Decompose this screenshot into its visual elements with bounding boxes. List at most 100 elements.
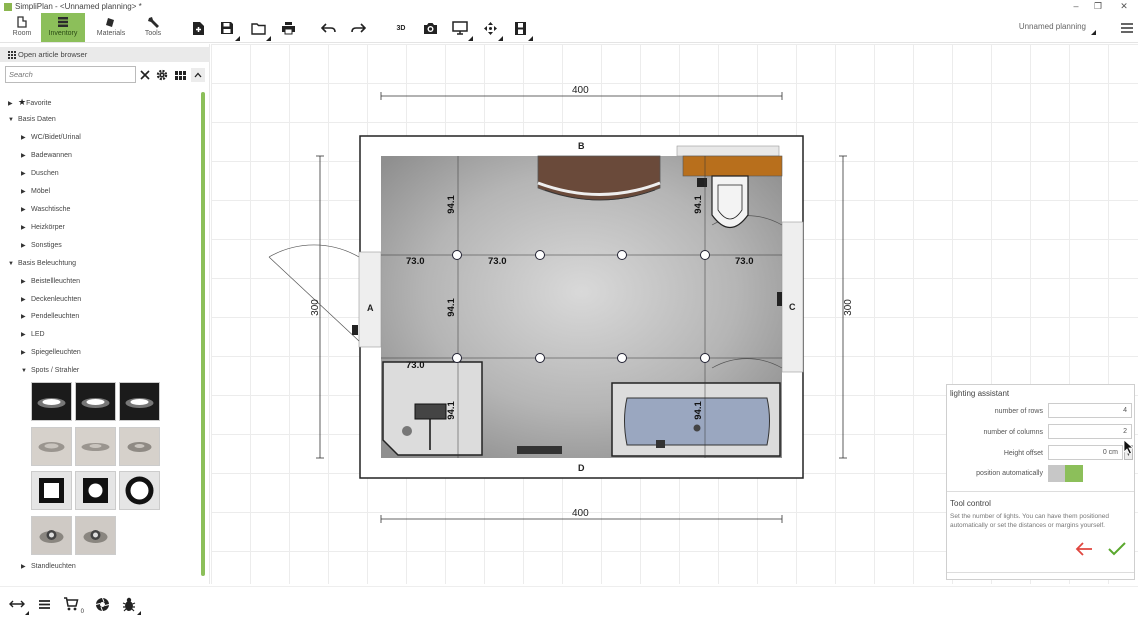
toilet[interactable] xyxy=(711,175,749,229)
tree-item-wc[interactable]: ▶ WC/Bidet/Urinal xyxy=(21,131,81,145)
tree-item-beistellleuchten[interactable]: ▶ Beistellleuchten xyxy=(21,275,80,289)
tree-item-led[interactable]: ▶ LED xyxy=(21,328,45,342)
product-thumbnail[interactable] xyxy=(119,471,160,510)
tree-item-basis-daten[interactable]: ▼ Basis Daten xyxy=(8,113,56,127)
spacing-label: 73.0 xyxy=(735,256,754,267)
tree-scrollbar[interactable] xyxy=(201,92,205,576)
new-file-button[interactable] xyxy=(188,18,208,38)
product-thumbnail[interactable] xyxy=(31,382,72,421)
plan-name-label[interactable]: Unnamed planning xyxy=(1019,22,1086,31)
position-auto-label: position automatically xyxy=(976,470,1043,477)
tree-item-label: Favorite xyxy=(26,100,52,107)
product-thumbnail[interactable] xyxy=(119,382,160,421)
clear-search-button[interactable] xyxy=(138,68,152,82)
tree-item-pendelleuchten[interactable]: ▶ Pendelleuchten xyxy=(21,310,79,324)
mode-materials-button[interactable]: Materials xyxy=(89,13,133,42)
open-article-browser-button[interactable]: Open article browser xyxy=(0,47,210,62)
save-menu-indicator xyxy=(235,36,240,41)
tree-item-moebel[interactable]: ▶ Möbel xyxy=(21,185,50,199)
light-point[interactable] xyxy=(700,353,710,363)
tree-item-heizkoerper[interactable]: ▶ Heizkörper xyxy=(21,221,65,235)
wall-label-c: C xyxy=(789,302,796,312)
tree-item-spots[interactable]: ▼ Spots / Strahler xyxy=(21,364,79,378)
grid-icon xyxy=(8,51,16,59)
tree-item-deckenleuchten[interactable]: ▶ Deckenleuchten xyxy=(21,293,81,307)
plan-name-menu-button[interactable] xyxy=(1088,27,1096,35)
light-point[interactable] xyxy=(452,250,462,260)
radiator[interactable] xyxy=(517,446,562,454)
mode-tools-button[interactable]: Tools xyxy=(131,13,175,42)
tree-item-label: Möbel xyxy=(31,188,51,195)
back-button[interactable] xyxy=(1075,541,1095,559)
redo-button[interactable] xyxy=(348,18,368,38)
product-thumbnail[interactable] xyxy=(31,471,72,510)
tree-item-label: Duschen xyxy=(31,170,59,177)
main-menu-button[interactable] xyxy=(1117,18,1137,38)
view-3d-button[interactable]: 3D xyxy=(391,18,411,38)
door-c[interactable] xyxy=(781,221,804,373)
maximize-button[interactable]: ❐ xyxy=(1091,0,1105,13)
print-button[interactable] xyxy=(278,18,298,38)
product-thumbnail[interactable] xyxy=(75,427,116,466)
mode-room-button[interactable]: Room xyxy=(0,13,44,42)
undo-button[interactable] xyxy=(319,18,339,38)
light-point[interactable] xyxy=(617,353,627,363)
close-window-button[interactable]: ✕ xyxy=(1117,0,1131,13)
settings-button[interactable] xyxy=(155,68,169,82)
minimize-button[interactable]: – xyxy=(1069,0,1083,13)
columns-input[interactable]: 2 xyxy=(1048,424,1132,439)
light-point[interactable] xyxy=(535,250,545,260)
confirm-button[interactable] xyxy=(1107,541,1129,559)
mode-tools-label: Tools xyxy=(144,30,162,37)
product-thumbnail[interactable] xyxy=(119,427,160,466)
move-view-button[interactable] xyxy=(480,18,503,41)
tree-item-duschen[interactable]: ▶ Duschen xyxy=(21,167,59,181)
tree-item-favorite[interactable]: ▶ ★Favorite xyxy=(8,95,51,109)
tree-item-standleuchten[interactable]: ▶ Standleuchten xyxy=(21,560,76,574)
plan-name-menu-indicator xyxy=(1091,30,1096,35)
save-button[interactable] xyxy=(217,18,240,41)
dimension-label-left: 300 xyxy=(309,299,321,316)
display-button[interactable] xyxy=(450,18,473,41)
bottom-toolbar: 0 xyxy=(0,586,1138,619)
tree-item-waschtische[interactable]: ▶ Waschtische xyxy=(21,203,70,217)
tree-item-badewannen[interactable]: ▶ Badewannen xyxy=(21,149,72,163)
door-a[interactable] xyxy=(358,251,382,348)
aperture-button[interactable] xyxy=(93,595,111,613)
light-point[interactable] xyxy=(452,353,462,363)
tree-item-spiegelleuchten[interactable]: ▶ Spiegelleuchten xyxy=(21,346,81,360)
product-thumbnail[interactable] xyxy=(75,471,116,510)
assistant-title: lighting assistant xyxy=(950,389,1010,398)
light-point[interactable] xyxy=(535,353,545,363)
mode-inventory-button[interactable]: Inventory xyxy=(41,13,85,42)
tree-item-label: Sonstiges xyxy=(31,242,62,249)
open-folder-button[interactable] xyxy=(248,18,271,41)
collapse-panel-button[interactable] xyxy=(191,68,205,82)
tree-item-basis-beleuchtung[interactable]: ▼ Basis Beleuchtung xyxy=(8,257,76,271)
product-thumbnail[interactable] xyxy=(31,427,72,466)
product-thumbnail[interactable] xyxy=(75,516,116,555)
wc-cabinet[interactable] xyxy=(682,155,783,177)
measure-button[interactable] xyxy=(8,595,29,615)
list-view-button[interactable] xyxy=(35,595,53,613)
light-point[interactable] xyxy=(617,250,627,260)
video-button[interactable] xyxy=(510,18,533,41)
product-thumbnail[interactable] xyxy=(31,516,72,555)
tree-item-sonstiges[interactable]: ▶ Sonstiges xyxy=(21,239,62,253)
light-point[interactable] xyxy=(700,250,710,260)
position-auto-toggle[interactable] xyxy=(1048,465,1083,482)
cart-icon xyxy=(64,597,79,611)
debug-button[interactable] xyxy=(120,595,141,615)
product-thumbnail[interactable] xyxy=(75,382,116,421)
spot-light-image xyxy=(127,442,152,452)
height-offset-label: Height offset xyxy=(1003,450,1043,457)
height-offset-input[interactable]: 0 cm xyxy=(1048,445,1123,460)
cart-button[interactable]: 0 xyxy=(62,595,84,615)
search-input[interactable] xyxy=(5,66,136,83)
chevron-right-icon: ▶ xyxy=(21,225,26,231)
rows-input[interactable]: 4 xyxy=(1048,403,1132,418)
screenshot-button[interactable] xyxy=(420,18,440,38)
grid-view-button[interactable] xyxy=(173,68,187,82)
spot-light-image xyxy=(81,443,110,451)
display-menu-indicator xyxy=(468,36,473,41)
